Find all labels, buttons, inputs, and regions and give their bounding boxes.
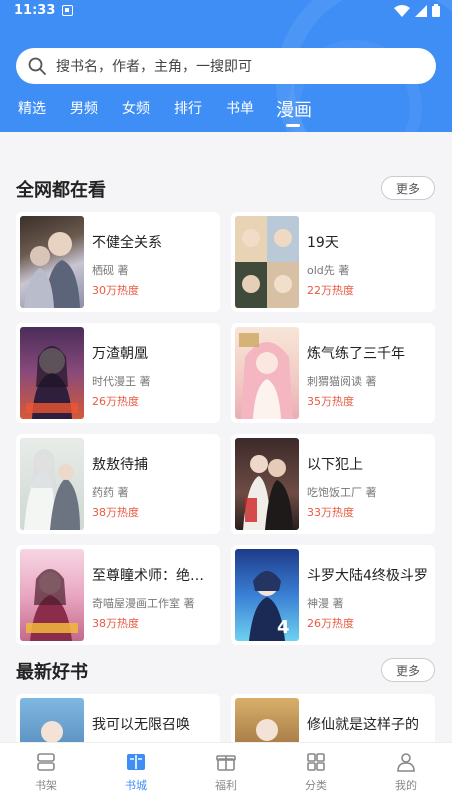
book-card[interactable]: 万渣朝凰 时代漫王 著 26万热度 bbox=[16, 323, 220, 423]
book-cover bbox=[235, 438, 299, 530]
search-icon bbox=[28, 57, 46, 75]
book-title: 敖敖待捕 bbox=[92, 457, 148, 473]
nav-bookstore[interactable]: 书城 bbox=[106, 751, 166, 793]
book-heat: 30万热度 bbox=[92, 284, 139, 297]
book-info: 修仙就是这样子的 bbox=[307, 714, 431, 734]
book-heat: 35万热度 bbox=[307, 395, 354, 408]
search-bar[interactable]: 搜书名，作者，主角，一搜即可 bbox=[16, 48, 436, 84]
system-icons bbox=[394, 4, 440, 17]
book-title: 修仙就是这样子的 bbox=[307, 717, 419, 733]
tab-ranking[interactable]: 排行 bbox=[174, 98, 202, 118]
book-cover bbox=[235, 327, 299, 419]
bookshelf-icon bbox=[37, 753, 55, 771]
book-cover bbox=[20, 216, 84, 308]
book-info: 斗罗大陆4终极斗罗 神漫 著 26万热度 bbox=[307, 565, 431, 631]
category-icon bbox=[307, 753, 325, 771]
book-title: 我可以无限召唤 bbox=[92, 717, 190, 733]
book-title: 斗罗大陆4终极斗罗 bbox=[307, 568, 428, 584]
book-cover bbox=[20, 438, 84, 530]
book-author: 奇喵屋漫画工作室 著 bbox=[92, 597, 195, 610]
header: 11:33 搜书名，作者，主角，一搜即可 精选 男频 女频 排行 书单 漫画 bbox=[0, 0, 452, 132]
category-tabs: 精选 男频 女频 排行 书单 漫画 bbox=[0, 96, 452, 132]
book-heat: 38万热度 bbox=[92, 617, 139, 630]
nav-welfare[interactable]: 福利 bbox=[196, 751, 256, 793]
status-time: 11:33 bbox=[14, 3, 56, 18]
nav-label: 我的 bbox=[395, 779, 417, 792]
book-heat: 38万热度 bbox=[92, 506, 139, 519]
book-title: 不健全关系 bbox=[92, 235, 162, 251]
bookstore-icon bbox=[127, 754, 145, 770]
book-author: old先 著 bbox=[307, 264, 350, 277]
book-heat: 33万热度 bbox=[307, 506, 354, 519]
book-title: 至尊瞳术师：绝世... bbox=[92, 568, 216, 584]
more-button-trending[interactable]: 更多 bbox=[381, 176, 435, 200]
nav-label: 福利 bbox=[215, 779, 237, 792]
svg-text:4: 4 bbox=[277, 617, 290, 638]
section-title-trending: 全网都在看 bbox=[16, 180, 106, 201]
book-author: 神漫 著 bbox=[307, 597, 344, 610]
book-card[interactable]: 19天 old先 著 22万热度 bbox=[231, 212, 435, 312]
book-title: 万渣朝凰 bbox=[92, 346, 148, 362]
book-info: 我可以无限召唤 bbox=[92, 714, 216, 734]
signal-icon bbox=[415, 4, 427, 17]
book-card[interactable]: 至尊瞳术师：绝世... 奇喵屋漫画工作室 著 38万热度 bbox=[16, 545, 220, 645]
book-info: 19天 old先 著 22万热度 bbox=[307, 232, 431, 298]
bottom-nav: 书架 书城 福利 分类 我的 bbox=[0, 742, 452, 800]
book-title: 炼气练了三千年 bbox=[307, 346, 405, 362]
nav-profile[interactable]: 我的 bbox=[376, 751, 436, 793]
book-card[interactable]: 以下犯上 吃饱饭工厂 著 33万热度 bbox=[231, 434, 435, 534]
book-info: 炼气练了三千年 刺猬猫阅读 著 35万热度 bbox=[307, 343, 431, 409]
book-cover bbox=[20, 549, 84, 641]
profile-icon bbox=[397, 753, 415, 772]
book-title: 19天 bbox=[307, 235, 339, 251]
tab-booklist[interactable]: 书单 bbox=[226, 98, 254, 118]
book-info: 敖敖待捕 药药 著 38万热度 bbox=[92, 454, 216, 520]
book-heat: 26万热度 bbox=[307, 617, 354, 630]
wifi-icon bbox=[394, 4, 410, 17]
tab-female[interactable]: 女频 bbox=[122, 98, 150, 118]
book-heat: 26万热度 bbox=[92, 395, 139, 408]
book-title: 以下犯上 bbox=[307, 457, 363, 473]
tab-featured[interactable]: 精选 bbox=[18, 98, 46, 118]
book-card[interactable]: 不健全关系 栖砚 著 30万热度 bbox=[16, 212, 220, 312]
book-author: 刺猬猫阅读 著 bbox=[307, 375, 377, 388]
active-tab-indicator bbox=[286, 124, 300, 127]
book-info: 以下犯上 吃饱饭工厂 著 33万热度 bbox=[307, 454, 431, 520]
book-cover bbox=[235, 216, 299, 308]
book-card[interactable]: 敖敖待捕 药药 著 38万热度 bbox=[16, 434, 220, 534]
section-title-new-books: 最新好书 bbox=[16, 662, 88, 683]
nav-label: 书架 bbox=[35, 779, 57, 792]
book-author: 药药 著 bbox=[92, 486, 129, 499]
search-placeholder: 搜书名，作者，主角，一搜即可 bbox=[56, 59, 252, 75]
book-author: 栖砚 著 bbox=[92, 264, 129, 277]
battery-icon bbox=[432, 4, 440, 17]
more-button-new-books[interactable]: 更多 bbox=[381, 658, 435, 682]
tab-comics[interactable]: 漫画 bbox=[276, 96, 312, 122]
main-content: 全网都在看 更多 不健全关系 栖砚 著 30万热度 19天 old先 著 22万… bbox=[0, 132, 452, 794]
tab-male[interactable]: 男频 bbox=[70, 98, 98, 118]
book-info: 至尊瞳术师：绝世... 奇喵屋漫画工作室 著 38万热度 bbox=[92, 565, 216, 631]
nav-label: 书城 bbox=[125, 779, 147, 792]
nav-label: 分类 bbox=[305, 779, 327, 792]
book-heat: 22万热度 bbox=[307, 284, 354, 297]
book-author: 吃饱饭工厂 著 bbox=[307, 486, 377, 499]
book-cover: 4 bbox=[235, 549, 299, 641]
book-cover bbox=[20, 327, 84, 419]
gift-icon bbox=[216, 755, 236, 771]
notification-icon bbox=[62, 5, 73, 16]
status-bar: 11:33 bbox=[0, 0, 452, 22]
book-card[interactable]: 4 斗罗大陆4终极斗罗 神漫 著 26万热度 bbox=[231, 545, 435, 645]
book-info: 不健全关系 栖砚 著 30万热度 bbox=[92, 232, 216, 298]
nav-bookshelf[interactable]: 书架 bbox=[16, 751, 76, 793]
nav-category[interactable]: 分类 bbox=[286, 751, 346, 793]
book-author: 时代漫王 著 bbox=[92, 375, 151, 388]
book-info: 万渣朝凰 时代漫王 著 26万热度 bbox=[92, 343, 216, 409]
book-card[interactable]: 炼气练了三千年 刺猬猫阅读 著 35万热度 bbox=[231, 323, 435, 423]
